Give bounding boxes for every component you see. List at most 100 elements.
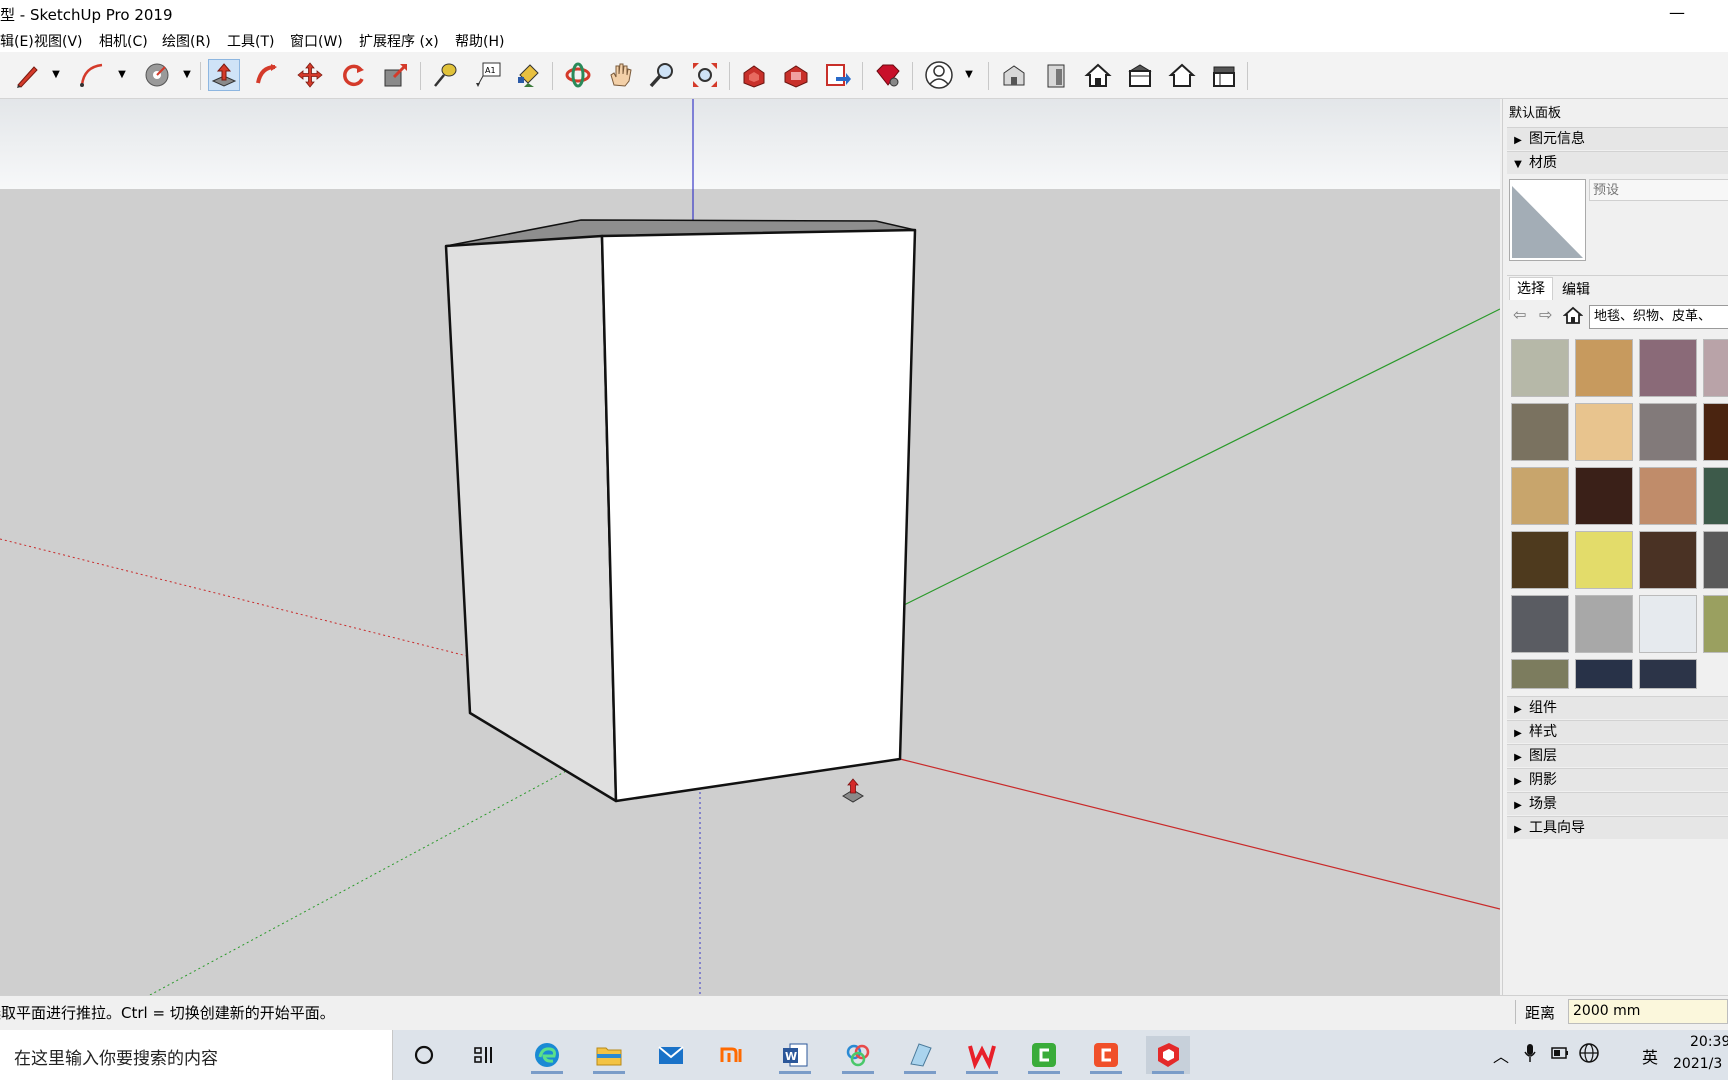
material-swatch[interactable] bbox=[1639, 467, 1697, 525]
mail-icon[interactable] bbox=[649, 1036, 693, 1074]
paint-dropdown-icon[interactable]: ▼ bbox=[181, 59, 193, 91]
pan-icon[interactable] bbox=[604, 59, 636, 91]
material-swatch[interactable] bbox=[1575, 403, 1633, 461]
material-swatch[interactable] bbox=[1575, 467, 1633, 525]
scene-canvas[interactable] bbox=[0, 99, 1500, 995]
network-globe-icon[interactable] bbox=[1578, 1042, 1600, 1068]
move-icon[interactable] bbox=[294, 59, 326, 91]
home-view-icon[interactable] bbox=[1082, 59, 1114, 91]
menu-draw[interactable]: 绘图(R) bbox=[162, 31, 211, 51]
paint-bucket-icon[interactable] bbox=[141, 59, 173, 91]
menu-view[interactable]: 视图(V) bbox=[34, 31, 83, 51]
zoom-icon[interactable] bbox=[646, 59, 678, 91]
pencil-icon[interactable] bbox=[12, 59, 44, 91]
section-shadows[interactable]: ▶ 阴影 bbox=[1507, 768, 1728, 791]
extension-warehouse-icon[interactable] bbox=[780, 59, 812, 91]
material-swatch[interactable] bbox=[1575, 595, 1633, 653]
scale-icon[interactable] bbox=[380, 59, 412, 91]
send-to-layout-icon[interactable] bbox=[822, 59, 854, 91]
warehouse-icon[interactable] bbox=[738, 59, 770, 91]
file-explorer-icon[interactable] bbox=[587, 1036, 631, 1074]
material-swatch[interactable] bbox=[1511, 531, 1569, 589]
forward-icon[interactable]: ⇨ bbox=[1539, 305, 1552, 324]
pencil-dropdown-icon[interactable]: ▼ bbox=[50, 59, 62, 91]
library-home-icon[interactable] bbox=[1562, 305, 1584, 329]
push-pull-icon[interactable] bbox=[208, 59, 240, 91]
section-styles[interactable]: ▶ 样式 bbox=[1507, 720, 1728, 743]
ruby-extension-icon[interactable] bbox=[871, 59, 903, 91]
mi-icon[interactable] bbox=[711, 1036, 755, 1074]
material-swatch[interactable] bbox=[1511, 467, 1569, 525]
section-instructor[interactable]: ▶ 工具向导 bbox=[1507, 816, 1728, 839]
section-components[interactable]: ▶ 组件 bbox=[1507, 696, 1728, 719]
material-swatch[interactable] bbox=[1703, 403, 1728, 461]
material-swatch[interactable] bbox=[1639, 339, 1697, 397]
material-swatch[interactable] bbox=[1511, 403, 1569, 461]
material-swatch[interactable] bbox=[1511, 595, 1569, 653]
arc-dropdown-icon[interactable]: ▼ bbox=[116, 59, 128, 91]
taskbar-search-box[interactable]: 在这里输入你要搜索的内容 bbox=[0, 1030, 393, 1080]
material-swatch[interactable] bbox=[1511, 339, 1569, 397]
tray-chevron-icon[interactable]: ︿ bbox=[1493, 1043, 1509, 1067]
menu-camera[interactable]: 相机(C) bbox=[99, 31, 148, 51]
zoom-extents-icon[interactable] bbox=[689, 59, 721, 91]
ime-indicator[interactable]: 英 bbox=[1642, 1044, 1658, 1068]
material-swatch[interactable] bbox=[1575, 659, 1633, 689]
tab-edit[interactable]: 编辑 bbox=[1555, 279, 1597, 301]
material-swatch[interactable] bbox=[1703, 531, 1728, 589]
arc-icon[interactable] bbox=[76, 59, 108, 91]
top-view-icon[interactable] bbox=[1124, 59, 1156, 91]
orbit-icon[interactable] bbox=[562, 59, 594, 91]
text-label-icon[interactable]: A1 bbox=[472, 59, 504, 91]
material-swatch[interactable] bbox=[1703, 339, 1728, 397]
menu-extensions[interactable]: 扩展程序 (x) bbox=[359, 31, 439, 51]
material-swatch[interactable] bbox=[1703, 595, 1728, 653]
section-entity-info[interactable]: ▶ 图元信息 bbox=[1507, 127, 1728, 150]
library-select[interactable]: 地毯、织物、皮革、 bbox=[1589, 305, 1728, 329]
paint-icon[interactable] bbox=[512, 59, 544, 91]
sketchup-icon[interactable] bbox=[1146, 1036, 1190, 1074]
side-view-icon[interactable] bbox=[1208, 59, 1240, 91]
camtasia-green-icon[interactable] bbox=[1022, 1036, 1066, 1074]
camtasia-orange-icon[interactable] bbox=[1084, 1036, 1128, 1074]
material-swatch[interactable] bbox=[1639, 403, 1697, 461]
task-view-icon[interactable] bbox=[462, 1036, 506, 1074]
menu-tools[interactable]: 工具(T) bbox=[227, 31, 274, 51]
microphone-icon[interactable] bbox=[1523, 1042, 1537, 1068]
model-viewport[interactable] bbox=[0, 99, 1500, 995]
notepad-icon[interactable] bbox=[898, 1036, 942, 1074]
rotate-icon[interactable] bbox=[337, 59, 369, 91]
menu-edit[interactable]: 编辑(E) bbox=[0, 31, 34, 51]
section-layers[interactable]: ▶ 图层 bbox=[1507, 744, 1728, 767]
clock-time[interactable]: 20:39 bbox=[1690, 1034, 1728, 1050]
material-swatch[interactable] bbox=[1639, 595, 1697, 653]
material-swatch[interactable] bbox=[1639, 659, 1697, 689]
front-view-icon[interactable] bbox=[1040, 59, 1072, 91]
clock-date[interactable]: 2021/3 bbox=[1673, 1056, 1722, 1072]
section-materials[interactable]: ▼ 材质 bbox=[1507, 151, 1728, 174]
material-swatch[interactable] bbox=[1575, 339, 1633, 397]
menu-help[interactable]: 帮助(H) bbox=[455, 31, 504, 51]
account-dropdown-icon[interactable]: ▼ bbox=[963, 59, 975, 91]
iso-view-icon[interactable] bbox=[998, 59, 1030, 91]
tape-measure-icon[interactable] bbox=[429, 59, 461, 91]
photos-icon[interactable] bbox=[836, 1036, 880, 1074]
back-view-icon[interactable] bbox=[1166, 59, 1198, 91]
material-swatch[interactable] bbox=[1511, 659, 1569, 689]
material-swatch[interactable] bbox=[1575, 531, 1633, 589]
word-icon[interactable]: W bbox=[773, 1036, 817, 1074]
back-icon[interactable]: ⇦ bbox=[1513, 305, 1526, 324]
material-name-input[interactable] bbox=[1589, 179, 1728, 201]
tab-select[interactable]: 选择 bbox=[1509, 277, 1553, 300]
section-scenes[interactable]: ▶ 场景 bbox=[1507, 792, 1728, 815]
material-swatch[interactable] bbox=[1639, 531, 1697, 589]
wps-icon[interactable] bbox=[960, 1036, 1004, 1074]
cortana-icon[interactable] bbox=[402, 1036, 446, 1074]
account-icon[interactable] bbox=[923, 59, 955, 91]
measurements-box[interactable]: 2000 mm bbox=[1568, 999, 1728, 1024]
menu-window[interactable]: 窗口(W) bbox=[290, 31, 343, 51]
edge-icon[interactable] bbox=[525, 1036, 569, 1074]
battery-icon[interactable] bbox=[1550, 1044, 1570, 1066]
follow-me-icon[interactable] bbox=[251, 59, 283, 91]
minimize-button[interactable]: — bbox=[1662, 0, 1692, 28]
